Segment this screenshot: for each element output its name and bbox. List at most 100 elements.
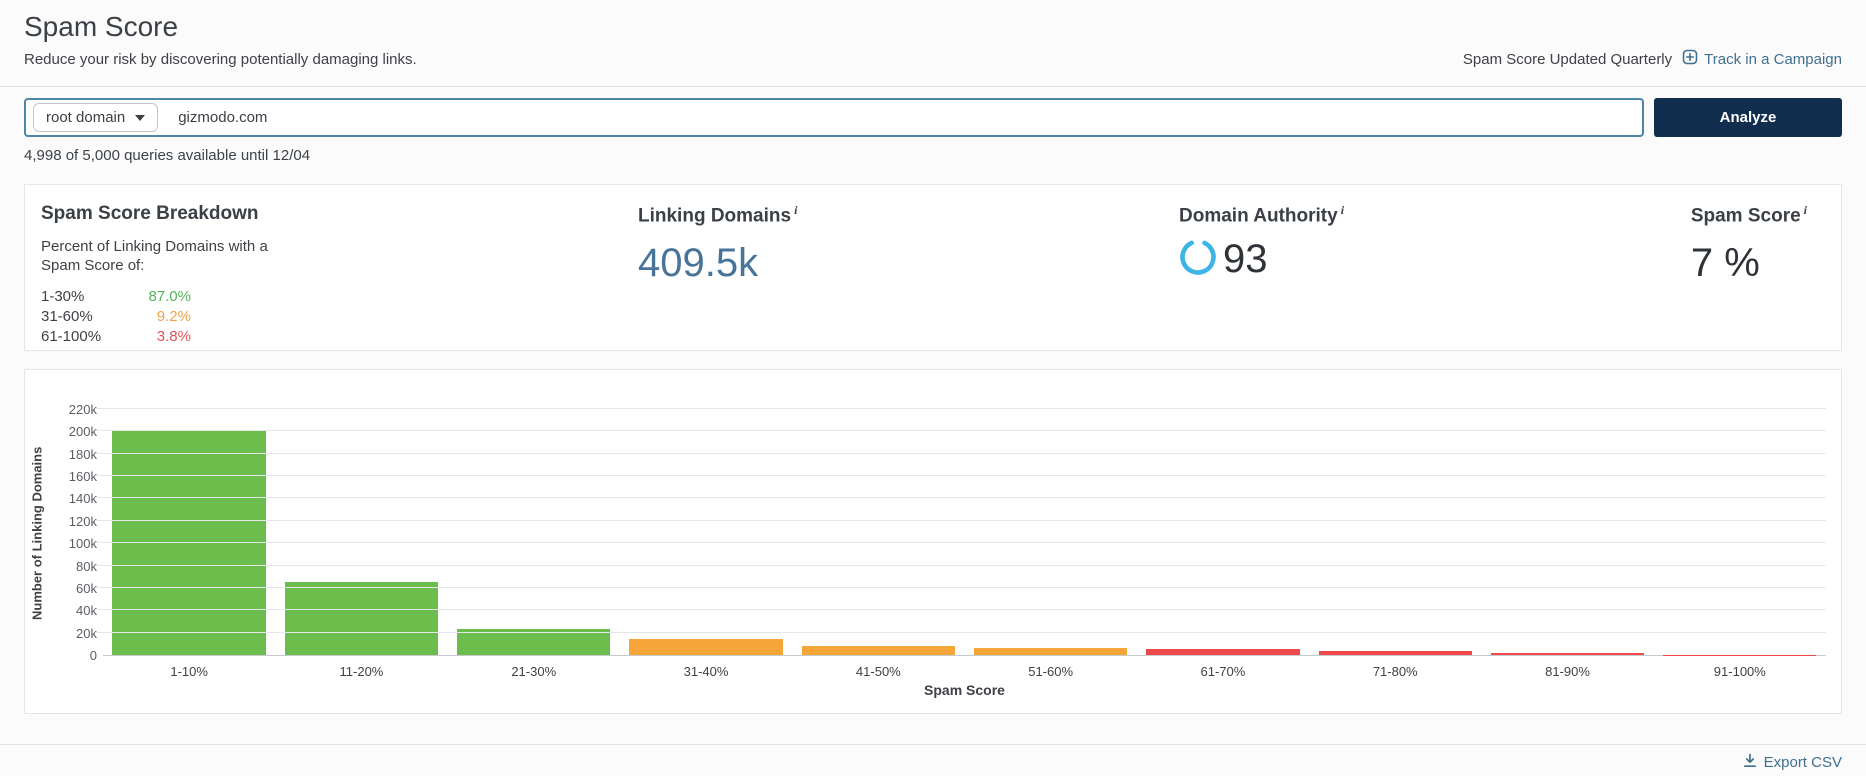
- breakdown-row-high: 61-100% 3.8%: [41, 327, 191, 347]
- bar-slot: [1137, 410, 1309, 655]
- y-axis-title: Number of Linking Domains: [29, 446, 45, 620]
- track-in-campaign-label: Track in a Campaign: [1704, 50, 1842, 68]
- bar-slot: [1654, 410, 1826, 655]
- breakdown-row-mid: 31-60% 9.2%: [41, 307, 191, 327]
- breakdown-range: 31-60%: [41, 308, 93, 325]
- bar-slot: [103, 410, 275, 655]
- scope-dropdown[interactable]: root domain: [33, 103, 159, 132]
- info-icon[interactable]: i: [1804, 203, 1807, 217]
- gridline: [95, 519, 1826, 521]
- page-subtitle: Reduce your risk by discovering potentia…: [24, 51, 417, 68]
- domain-authority-value-wrap: 93: [1179, 237, 1599, 282]
- domain-authority-value: 93: [1223, 237, 1268, 282]
- analyze-button[interactable]: Analyze: [1654, 98, 1842, 137]
- chart-bar-71-80%: [1318, 650, 1472, 655]
- gridline: [95, 631, 1826, 633]
- search-box: root domain: [24, 98, 1644, 137]
- header-left: Spam Score Reduce your risk by discoveri…: [24, 10, 417, 70]
- chart-bar-61-70%: [1146, 648, 1300, 655]
- bar-slot: [1481, 410, 1653, 655]
- chart-bar-21-30%: [457, 629, 611, 655]
- plot-row: Number of Linking Domains 0 20k 40k 60k 80k 1…: [25, 402, 1841, 663]
- breakdown-value: 3.8%: [156, 328, 191, 345]
- updated-quarterly-note: Spam Score Updated Quarterly: [1462, 50, 1673, 68]
- linking-domains-label: Linking Domains i: [638, 203, 798, 227]
- domain-authority-gauge-icon: [1179, 238, 1217, 281]
- breakdown-description: Percent of Linking Domains with a Spam S…: [41, 238, 268, 274]
- y-tick-label: 120k: [68, 513, 97, 529]
- y-tick-label: 40k: [76, 603, 97, 619]
- breakdown-value: 87.0%: [148, 288, 191, 305]
- y-tick-label: 0: [89, 648, 97, 663]
- x-tick-label: 41-50%: [855, 664, 901, 679]
- footer: Export CSV: [0, 744, 1866, 772]
- gridline: [95, 497, 1826, 499]
- spam-score-label: Spam Score i: [1690, 203, 1807, 227]
- spam-score-column: Spam Score i 7 %: [1691, 203, 1821, 350]
- spam-score-value: 7 %: [1690, 241, 1760, 286]
- bar-slot: [964, 410, 1136, 655]
- gridline: [95, 542, 1826, 544]
- bar-slot: [448, 410, 620, 655]
- search-row: root domain Analyze: [24, 98, 1842, 137]
- domain-authority-label: Domain Authority i: [1179, 203, 1345, 227]
- y-tick-label: 80k: [76, 558, 97, 574]
- bar-slot: [275, 410, 447, 655]
- x-tick-label: 81-90%: [1545, 664, 1590, 679]
- x-tick-label: 31-40%: [683, 664, 729, 679]
- chart-bar-31-40%: [629, 639, 783, 655]
- info-icon[interactable]: i: [1341, 203, 1344, 217]
- breakdown-column: Spam Score Breakdown Percent of Linking …: [41, 203, 638, 350]
- gridline: [95, 452, 1826, 454]
- y-tick-label: 200k: [68, 424, 97, 440]
- gridline: [95, 430, 1826, 432]
- x-tick-label: 1-10%: [170, 664, 208, 679]
- gridline: [95, 475, 1826, 477]
- x-tick-label: 11-20%: [339, 664, 384, 679]
- breakdown-range: 61-100%: [41, 328, 102, 345]
- domain-authority-column: Domain Authority i 93: [1179, 203, 1599, 350]
- info-icon[interactable]: i: [794, 203, 797, 217]
- header-divider: [0, 86, 1866, 87]
- linking-domains-value: 409.5k: [638, 241, 759, 286]
- x-tick-label: 21-30%: [511, 664, 557, 679]
- y-tick-label: 160k: [68, 469, 97, 485]
- download-icon: [1743, 753, 1757, 772]
- header-right: Spam Score Updated Quarterly Track in a …: [1463, 49, 1842, 70]
- export-csv-link[interactable]: Export CSV: [1743, 753, 1842, 772]
- x-tick-label: 51-60%: [1028, 664, 1074, 679]
- header: Spam Score Reduce your risk by discoveri…: [0, 0, 1866, 70]
- y-tick-label: 100k: [68, 536, 97, 552]
- bar-slot: [1309, 410, 1481, 655]
- y-tick-label: 20k: [76, 625, 97, 641]
- linking-domains-column: Linking Domains i 409.5k: [638, 203, 1179, 350]
- spam-score-page: Spam Score Reduce your risk by discoveri…: [0, 0, 1866, 776]
- quota-note: 4,998 of 5,000 queries available until 1…: [24, 147, 311, 164]
- metrics-card: Spam Score Breakdown Percent of Linking …: [24, 184, 1842, 351]
- search-input[interactable]: [158, 109, 1642, 126]
- y-tick-label: 140k: [68, 491, 97, 507]
- breakdown-title: Spam Score Breakdown: [41, 203, 259, 224]
- chevron-down-icon: [135, 114, 146, 121]
- gridline: [95, 586, 1826, 588]
- breakdown-range: 1-30%: [41, 288, 85, 305]
- x-tick-label: 71-80%: [1372, 664, 1418, 679]
- y-tick-label: 220k: [68, 402, 97, 417]
- page-title: Spam Score: [24, 11, 179, 42]
- x-tick-label: 91-100%: [1713, 664, 1766, 679]
- chart-bar-81-90%: [1490, 652, 1645, 655]
- chart-bar-11-20%: [284, 581, 439, 655]
- scope-dropdown-label: root domain: [46, 109, 126, 126]
- gridline: [95, 408, 1826, 409]
- breakdown-rows: 1-30% 87.0% 31-60% 9.2% 61-100% 3.8%: [41, 287, 638, 347]
- x-axis-title: Spam Score: [924, 682, 1005, 698]
- breakdown-value: 9.2%: [156, 308, 191, 325]
- x-axis-labels: 1-10% 11-20% 21-30% 31-40% 41-50% 51-60% 61-70…: [103, 656, 1826, 679]
- bar-slot: [620, 410, 792, 655]
- export-csv-label: Export CSV: [1763, 754, 1842, 771]
- breakdown-row-low: 1-30% 87.0%: [41, 287, 191, 307]
- gridline: [95, 609, 1826, 611]
- track-in-campaign-link[interactable]: Track in a Campaign: [1682, 49, 1842, 69]
- chart-bar-41-50%: [801, 646, 955, 655]
- bar-slot: [792, 410, 964, 655]
